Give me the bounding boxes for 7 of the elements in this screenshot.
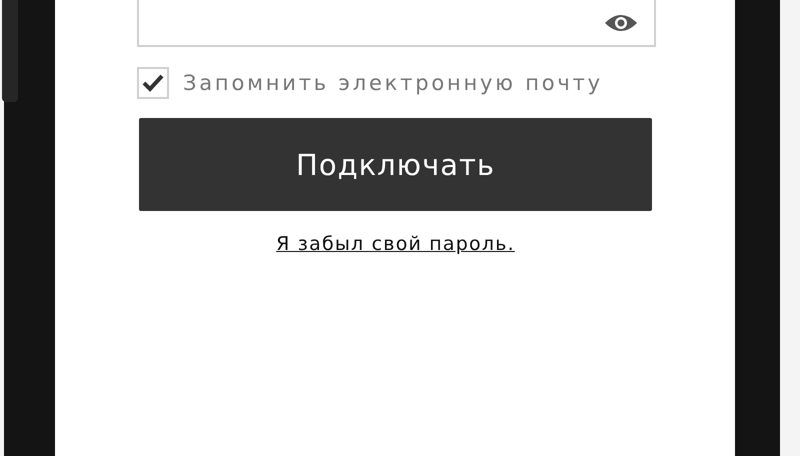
eye-icon[interactable] xyxy=(604,12,638,32)
checkbox[interactable] xyxy=(137,67,169,99)
checkbox-label: Запомнить электронную почту xyxy=(183,71,603,95)
forgot-password-link[interactable]: Я забыл свой пароль. xyxy=(276,233,515,255)
password-field[interactable] xyxy=(137,0,656,47)
check-icon xyxy=(142,74,164,92)
connect-button[interactable]: Подключать xyxy=(139,118,652,211)
